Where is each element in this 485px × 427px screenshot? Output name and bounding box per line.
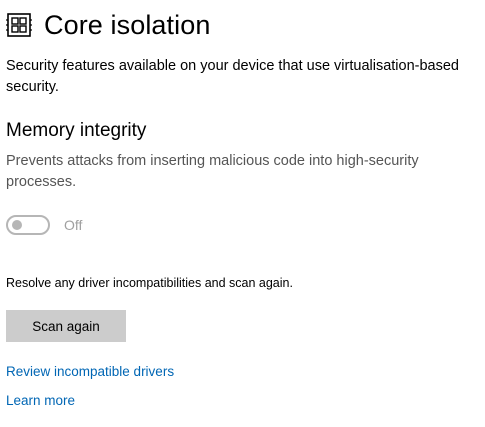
toggle-state-label: Off xyxy=(64,217,83,233)
core-isolation-chip-icon xyxy=(6,12,32,38)
page-title: Core isolation xyxy=(44,10,211,40)
page-header: Core isolation xyxy=(6,8,211,42)
toggle-knob xyxy=(12,220,22,230)
memory-integrity-heading: Memory integrity xyxy=(6,120,147,141)
learn-more-link[interactable]: Learn more xyxy=(6,392,75,410)
core-isolation-page: Core isolation Security features availab… xyxy=(0,0,485,427)
scan-again-button[interactable]: Scan again xyxy=(6,310,126,342)
page-description: Security features available on your devi… xyxy=(6,58,459,95)
memory-integrity-toggle[interactable] xyxy=(6,215,50,235)
review-incompatible-drivers-link[interactable]: Review incompatible drivers xyxy=(6,363,174,381)
memory-integrity-toggle-row: Off xyxy=(6,215,82,235)
memory-integrity-description: Prevents attacks from inserting maliciou… xyxy=(6,153,419,190)
resolve-instructions: Resolve any driver incompatibilities and… xyxy=(6,276,293,290)
